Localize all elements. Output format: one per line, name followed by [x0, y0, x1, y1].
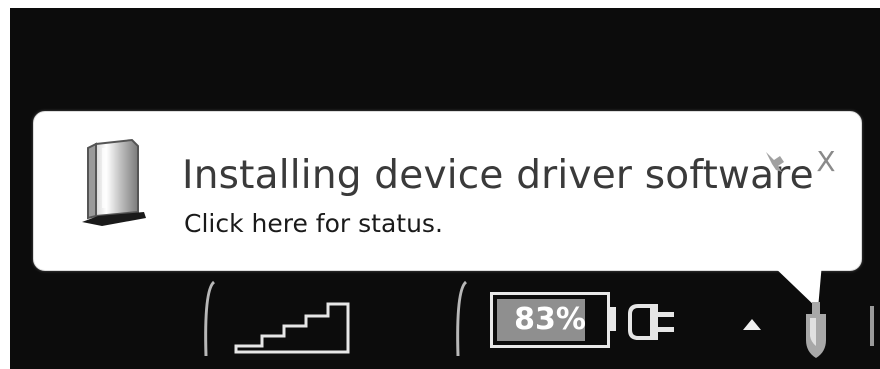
battery-percent-label: 83% [514, 302, 586, 337]
desktop-screen: Installing device driver software Click … [10, 8, 880, 369]
battery-indicator[interactable]: 83% [490, 292, 610, 348]
signal-strength-icon[interactable] [232, 296, 352, 356]
show-desktop-edge[interactable] [870, 306, 874, 346]
battery-terminal [608, 307, 616, 331]
tray-divider [204, 280, 216, 357]
plug-icon[interactable] [628, 300, 680, 344]
system-tray: 83% [10, 266, 880, 369]
notification-status-link[interactable]: Click here for status. [184, 208, 443, 240]
wrench-icon[interactable] [760, 148, 788, 176]
external-drive-icon [78, 138, 150, 234]
usb-device-icon[interactable] [798, 300, 834, 362]
close-button[interactable]: X [810, 144, 842, 180]
tray-divider [456, 280, 468, 357]
notification-title: Installing device driver software [182, 153, 814, 198]
chevron-up-icon[interactable] [740, 314, 764, 334]
notification-balloon[interactable]: Installing device driver software Click … [33, 111, 862, 271]
